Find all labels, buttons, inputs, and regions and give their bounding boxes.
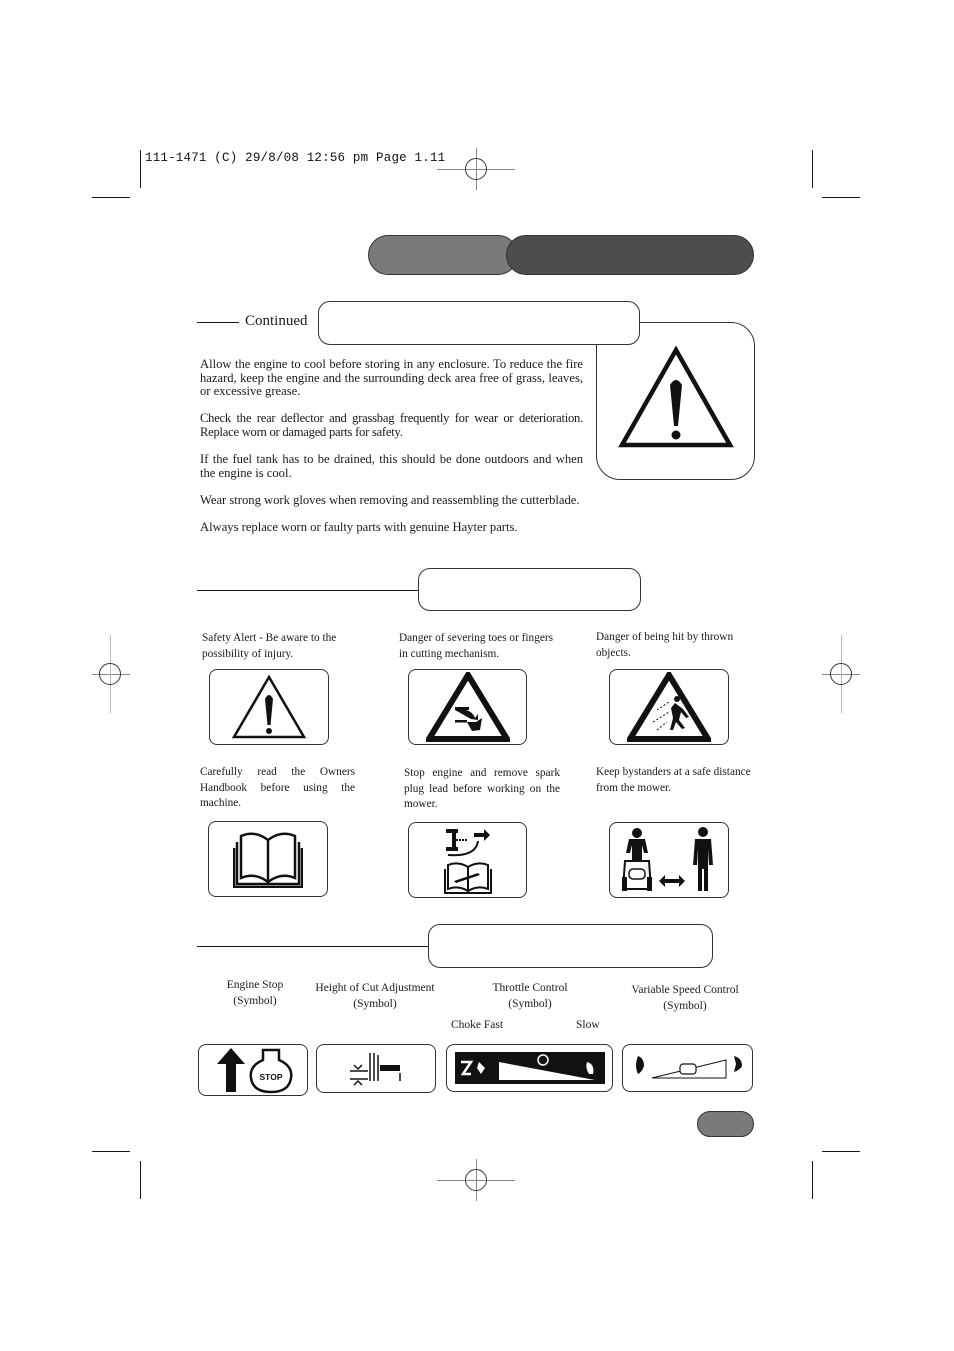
severing-hazard-symbol xyxy=(408,669,527,745)
symbol-caption: Danger of being hit by thrown objects. xyxy=(596,631,734,659)
paragraph: Always replace worn or faulty parts with… xyxy=(200,520,518,535)
throttle-control-icon xyxy=(454,1052,605,1084)
paragraph: Allow the engine to cool before storing … xyxy=(200,357,583,399)
stop-text: STOP xyxy=(260,1072,283,1082)
control-sub: (Symbol) xyxy=(663,1000,707,1012)
continued-label: Continued xyxy=(245,313,308,329)
engine-stop-symbol: STOP xyxy=(198,1044,308,1096)
symbol-caption: Danger of severing toes or fingers in cu… xyxy=(399,632,554,660)
engine-stop-icon: STOP xyxy=(217,1048,293,1094)
crop-mark xyxy=(822,1151,860,1152)
control-sub: (Symbol) xyxy=(353,998,397,1010)
control-label: Height of Cut Adjustment (Symbol) xyxy=(305,980,445,1012)
height-of-cut-symbol xyxy=(316,1044,436,1093)
severing-hazard-icon xyxy=(425,672,510,742)
bystanders-icon xyxy=(621,827,713,891)
variable-speed-icon xyxy=(635,1056,742,1079)
control-name: Engine Stop xyxy=(226,979,284,991)
crop-mark xyxy=(812,150,813,188)
warning-triangle-icon xyxy=(618,345,734,448)
height-of-cut-icon xyxy=(350,1052,401,1086)
spark-plug-icon xyxy=(443,829,492,894)
control-label: Engine Stop (Symbol) xyxy=(205,977,305,1009)
symbol-caption: Stop engine and remove spark plug lead b… xyxy=(404,767,560,810)
crop-mark xyxy=(140,1161,141,1199)
page-number-badge xyxy=(697,1111,754,1137)
thrown-objects-icon xyxy=(627,672,711,742)
crop-mark xyxy=(92,1151,130,1152)
read-handbook-icon xyxy=(233,832,303,888)
section-title-box xyxy=(428,924,713,968)
header-tab-left xyxy=(368,235,518,275)
control-label: Variable Speed Control (Symbol) xyxy=(620,982,750,1014)
crop-mark xyxy=(822,197,860,198)
paragraph: If the fuel tank has to be drained, this… xyxy=(200,452,583,480)
throttle-control-symbol xyxy=(446,1044,613,1092)
section-rule xyxy=(197,590,419,591)
header-tab-right xyxy=(506,235,754,275)
control-name: Height of Cut Adjustment xyxy=(315,982,435,994)
spark-plug-symbol xyxy=(408,822,527,898)
control-sub: (Symbol) xyxy=(508,998,552,1010)
symbol-caption: Safety Alert - Be aware to the possibili… xyxy=(202,632,337,660)
section-rule xyxy=(197,946,429,947)
paragraph: Wear strong work gloves when removing an… xyxy=(200,492,580,507)
safety-text: Allow the engine to cool before storing … xyxy=(200,357,583,548)
paragraph: Check the rear deflector and grassbag fr… xyxy=(200,411,583,439)
section-title-box xyxy=(318,301,640,345)
control-label: Throttle Control (Symbol) xyxy=(470,980,590,1012)
section-title-box xyxy=(418,568,641,611)
crop-mark xyxy=(140,150,141,188)
section-rule xyxy=(197,322,239,323)
thrown-objects-symbol xyxy=(609,669,729,745)
print-slug: 111-1471 (C) 29/8/08 12:56 pm Page 1.11 xyxy=(145,151,446,165)
crop-mark xyxy=(812,1161,813,1199)
read-handbook-symbol xyxy=(208,821,328,897)
control-name: Variable Speed Control xyxy=(631,984,739,996)
variable-speed-symbol xyxy=(622,1044,753,1092)
choke-fast-label: Choke Fast xyxy=(451,1019,504,1031)
control-name: Throttle Control xyxy=(492,982,568,994)
symbol-caption: Keep bystanders at a safe distance from … xyxy=(596,766,751,794)
crop-mark xyxy=(92,197,130,198)
bystanders-symbol xyxy=(609,822,729,898)
safety-alert-symbol xyxy=(209,669,329,745)
slow-label: Slow xyxy=(576,1019,600,1031)
safety-alert-icon xyxy=(231,674,307,739)
symbol-caption: Carefully read the Owners Handbook befor… xyxy=(200,766,355,809)
warning-panel xyxy=(596,322,755,480)
control-sub: (Symbol) xyxy=(233,995,277,1007)
